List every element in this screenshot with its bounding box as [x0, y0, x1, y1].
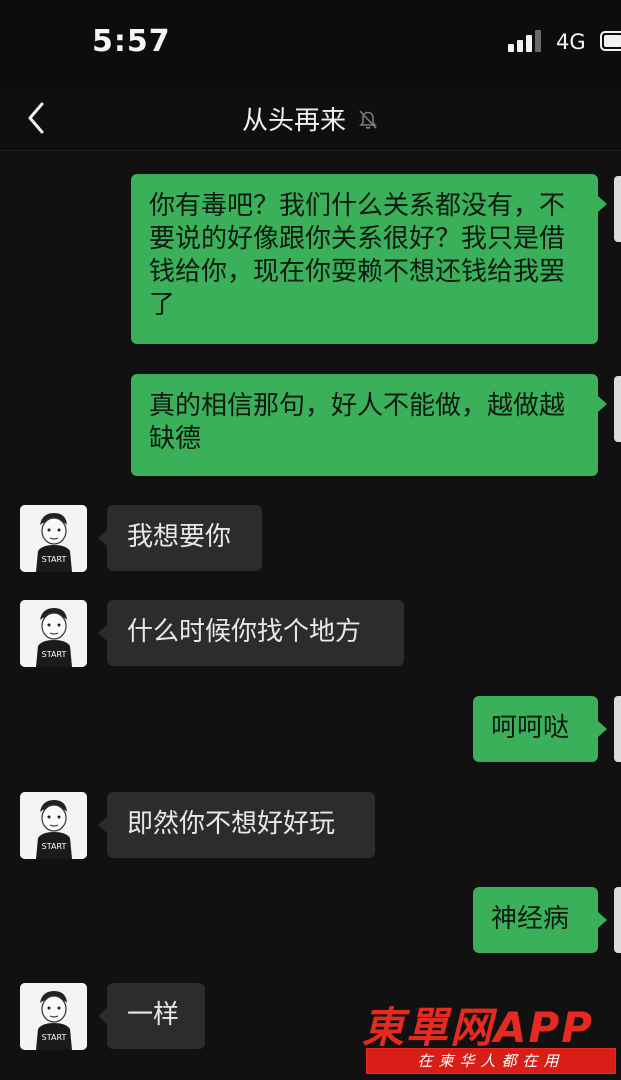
- signal-icon: [508, 30, 544, 52]
- incoming-message[interactable]: 一样: [107, 983, 205, 1049]
- cartoon-boy-avatar-icon: START: [20, 600, 87, 667]
- battery-icon: [600, 31, 621, 51]
- avatar-shirt-text: START: [42, 842, 67, 851]
- bubble-tail: [98, 1008, 107, 1024]
- bubble-tail: [598, 721, 607, 737]
- bubble-tail: [598, 912, 607, 928]
- incoming-message[interactable]: 什么时候你找个地方: [107, 600, 404, 666]
- status-bar: 5:57 4G: [0, 0, 621, 88]
- chat-title: 从头再来: [241, 106, 346, 136]
- outgoing-message[interactable]: 你有毒吧？我们什么关系都没有，不要说的好像跟你关系很好？我只是借钱给你，现在你耍…: [131, 174, 598, 344]
- watermark-logo: 東單网APP 在柬华人都在用: [362, 990, 617, 1078]
- mute-bell-icon: [359, 109, 377, 129]
- chat-title-wrap: 从头再来: [0, 100, 621, 137]
- avatar-shirt-text: START: [42, 1033, 67, 1042]
- bubble-tail: [598, 196, 607, 212]
- outgoing-message[interactable]: 真的相信那句，好人不能做，越做越缺德: [131, 374, 598, 476]
- my-avatar[interactable]: [614, 176, 621, 242]
- status-time: 5:57: [92, 24, 171, 59]
- cartoon-boy-avatar-icon: START: [20, 505, 87, 572]
- cartoon-boy-avatar-icon: START: [20, 792, 87, 859]
- my-avatar[interactable]: [614, 696, 621, 762]
- chat-header: 从头再来: [0, 88, 621, 151]
- incoming-message[interactable]: 即然你不想好好玩: [107, 792, 375, 858]
- outgoing-message[interactable]: 神经病: [473, 887, 598, 953]
- bubble-tail: [598, 396, 607, 412]
- avatar-shirt-text: START: [42, 555, 67, 564]
- contact-avatar[interactable]: START: [20, 983, 87, 1050]
- watermark-title: 東單网APP: [362, 1003, 595, 1052]
- my-avatar[interactable]: [614, 376, 621, 442]
- contact-avatar[interactable]: START: [20, 600, 87, 667]
- incoming-message[interactable]: 我想要你: [107, 505, 262, 571]
- contact-avatar[interactable]: START: [20, 792, 87, 859]
- bubble-tail: [98, 625, 107, 641]
- watermark-subtitle: 在柬华人都在用: [366, 1048, 616, 1074]
- bubble-tail: [98, 530, 107, 546]
- my-avatar[interactable]: [614, 887, 621, 953]
- outgoing-message[interactable]: 呵呵哒: [473, 696, 598, 762]
- contact-avatar[interactable]: START: [20, 505, 87, 572]
- avatar-shirt-text: START: [42, 650, 67, 659]
- network-type: 4G: [556, 30, 586, 54]
- bubble-tail: [98, 817, 107, 833]
- cartoon-boy-avatar-icon: START: [20, 983, 87, 1050]
